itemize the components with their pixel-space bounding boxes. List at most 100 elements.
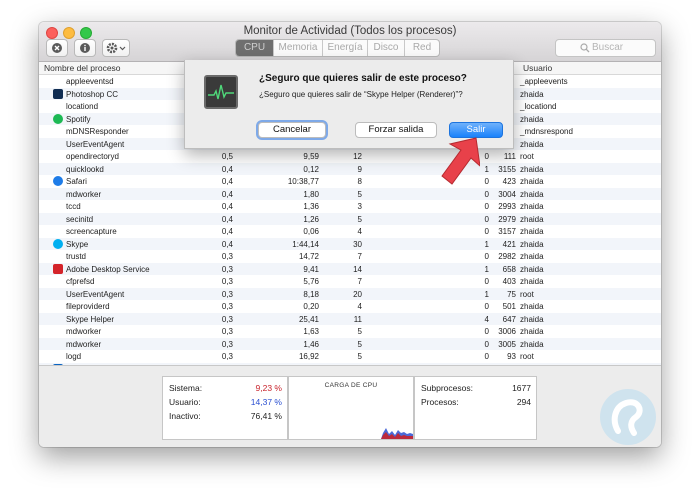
cpu-summary-panel: Sistema: 9,23 % Usuario: 14,37 % Inactiv… — [39, 365, 661, 447]
table-row[interactable]: trustd 0,3 14,72 7 0 2982 zhaida — [39, 250, 661, 263]
process-name-cell: trustd — [66, 252, 87, 261]
table-row[interactable]: mdworker 0,3 1,46 5 0 3005 zhaida — [39, 337, 661, 350]
process-name-cell: Safari — [66, 177, 87, 186]
search-placeholder: Buscar — [592, 42, 624, 53]
cpu-percent-cell: 0,4 — [221, 214, 233, 224]
cpu-time-cell: 8,18 — [303, 289, 319, 299]
cpu-time-cell: 25,41 — [298, 314, 319, 324]
table-row[interactable]: UserEventAgent 0,3 8,18 20 1 75 root — [39, 287, 661, 300]
table-row[interactable]: opendirectoryd 0,5 9,59 12 0 111 root — [39, 150, 661, 163]
actions-menu-button[interactable] — [102, 39, 130, 57]
user-cell: zhaida — [520, 239, 544, 249]
cpu-percent-cell: 0,4 — [221, 189, 233, 199]
process-name-cell: Skype — [66, 239, 89, 249]
tab-memoria[interactable]: Memoria — [274, 40, 323, 56]
table-row[interactable]: tccd 0,4 1,36 3 0 2993 zhaida — [39, 200, 661, 213]
idle-wake-ups-cell: 0 — [484, 202, 489, 211]
process-name-cell: appleeventsd — [66, 77, 114, 86]
user-cell: zhaida — [520, 177, 544, 186]
table-row[interactable]: Safari 0,4 10:38,77 8 0 423 zhaida — [39, 175, 661, 188]
tab-cpu[interactable]: CPU — [236, 40, 274, 56]
threads-cell: 12 — [353, 152, 362, 161]
table-row[interactable]: quicklookd 0,4 0,12 9 1 3155 zhaida — [39, 162, 661, 175]
table-row[interactable]: cfprefsd 0,3 5,76 7 0 403 zhaida — [39, 275, 661, 288]
safari-icon — [53, 176, 63, 186]
idle-wake-ups-cell: 0 — [484, 214, 489, 224]
process-name-cell: mDNSResponder — [66, 127, 129, 136]
pid-cell: 3155 — [498, 164, 516, 174]
process-name-cell: UserEventAgent — [66, 289, 125, 299]
usuario-value: 14,37 % — [250, 397, 282, 407]
cpu-percent-cell: 0,3 — [221, 252, 233, 261]
column-process-name[interactable]: Nombre del proceso — [44, 63, 121, 73]
subprocesos-label: Subprocesos: — [421, 383, 473, 393]
process-count-box: Subprocesos: 1677 Procesos: 294 — [414, 376, 537, 440]
tab-energia[interactable]: Energía — [323, 40, 368, 56]
sistema-value: 9,23 % — [255, 383, 282, 393]
threads-cell: 9 — [357, 164, 362, 174]
threads-cell: 4 — [357, 227, 362, 236]
process-name-cell: logd — [66, 352, 82, 361]
search-field[interactable]: Buscar — [555, 39, 656, 57]
cpu-percent-cell: 0,3 — [221, 277, 233, 286]
tab-disco[interactable]: Disco — [368, 40, 405, 56]
idle-wake-ups-cell: 0 — [484, 352, 489, 361]
cpu-percent-cell: 0,5 — [221, 152, 233, 161]
inactivo-label: Inactivo: — [169, 411, 201, 421]
user-cell: _appleevents — [520, 77, 568, 86]
info-button[interactable] — [74, 39, 96, 57]
usuario-label: Usuario: — [169, 397, 201, 407]
table-row[interactable]: fileproviderd 0,3 0,20 4 0 501 zhaida — [39, 300, 661, 313]
tab-red[interactable]: Red — [405, 40, 439, 56]
force-quit-button[interactable]: Forzar salida — [355, 122, 437, 138]
process-name-cell: mdworker — [66, 327, 102, 336]
pid-cell: 2979 — [498, 214, 516, 224]
cpu-percent-cell: 0,4 — [221, 239, 233, 249]
process-name-cell: locationd — [66, 102, 99, 111]
idle-wake-ups-cell: 0 — [484, 277, 489, 286]
quit-process-button[interactable] — [46, 39, 68, 57]
threads-cell: 11 — [353, 314, 362, 324]
threads-cell: 14 — [353, 264, 362, 274]
process-name-cell: cfprefsd — [66, 277, 95, 286]
pid-cell: 423 — [502, 177, 516, 186]
table-row[interactable]: Adobe Desktop Service 0,3 9,41 14 1 658 zhaida — [39, 262, 661, 275]
idle-wake-ups-cell: 0 — [484, 302, 489, 311]
table-row[interactable]: Skype Helper 0,3 25,41 11 4 647 zhaida — [39, 312, 661, 325]
table-row[interactable]: logd 0,3 16,92 5 0 93 root — [39, 350, 661, 363]
pid-cell: 647 — [502, 314, 516, 324]
pid-cell: 2993 — [498, 202, 516, 211]
table-row[interactable]: secinitd 0,4 1,26 5 0 2979 zhaida — [39, 212, 661, 225]
user-cell: zhaida — [520, 214, 544, 224]
subprocesos-value: 1677 — [512, 383, 531, 393]
pid-cell: 93 — [507, 352, 516, 361]
table-row[interactable]: mdworker 0,3 1,63 5 0 3006 zhaida — [39, 325, 661, 338]
table-row[interactable]: screencapture 0,4 0,06 4 0 3157 zhaida — [39, 225, 661, 238]
table-row[interactable]: mdworker 0,4 1,80 5 0 3004 zhaida — [39, 187, 661, 200]
threads-cell: 7 — [357, 277, 362, 286]
user-cell: zhaida — [520, 277, 544, 286]
cpu-time-cell: 1,80 — [303, 189, 319, 199]
process-name-cell: mdworker — [66, 339, 102, 349]
threads-cell: 5 — [357, 327, 362, 336]
cpu-percent-cell: 0,3 — [221, 339, 233, 349]
dialog-message: ¿Seguro que quieres salir de “Skype Help… — [259, 90, 463, 99]
pid-cell: 658 — [502, 264, 516, 274]
cancel-button[interactable]: Cancelar — [258, 122, 326, 138]
pid-cell: 2982 — [498, 252, 516, 261]
watermark-logo-icon — [600, 389, 656, 445]
cpu-percent-cell: 0,3 — [221, 264, 233, 274]
procesos-label: Procesos: — [421, 397, 459, 407]
process-name-cell: secinitd — [66, 214, 94, 224]
pid-cell: 403 — [502, 277, 516, 286]
cpu-time-cell: 0,12 — [303, 164, 319, 174]
cpu-time-cell: 1,46 — [303, 339, 319, 349]
column-user[interactable]: Usuario — [523, 63, 552, 73]
threads-cell: 8 — [357, 177, 362, 186]
search-icon — [580, 43, 590, 53]
cpu-usage-box: Sistema: 9,23 % Usuario: 14,37 % Inactiv… — [162, 376, 288, 440]
process-name-cell: tccd — [66, 202, 81, 211]
user-cell: root — [520, 352, 534, 361]
table-row[interactable]: Skype 0,4 1:44,14 30 1 421 zhaida — [39, 237, 661, 250]
threads-cell: 4 — [357, 302, 362, 311]
